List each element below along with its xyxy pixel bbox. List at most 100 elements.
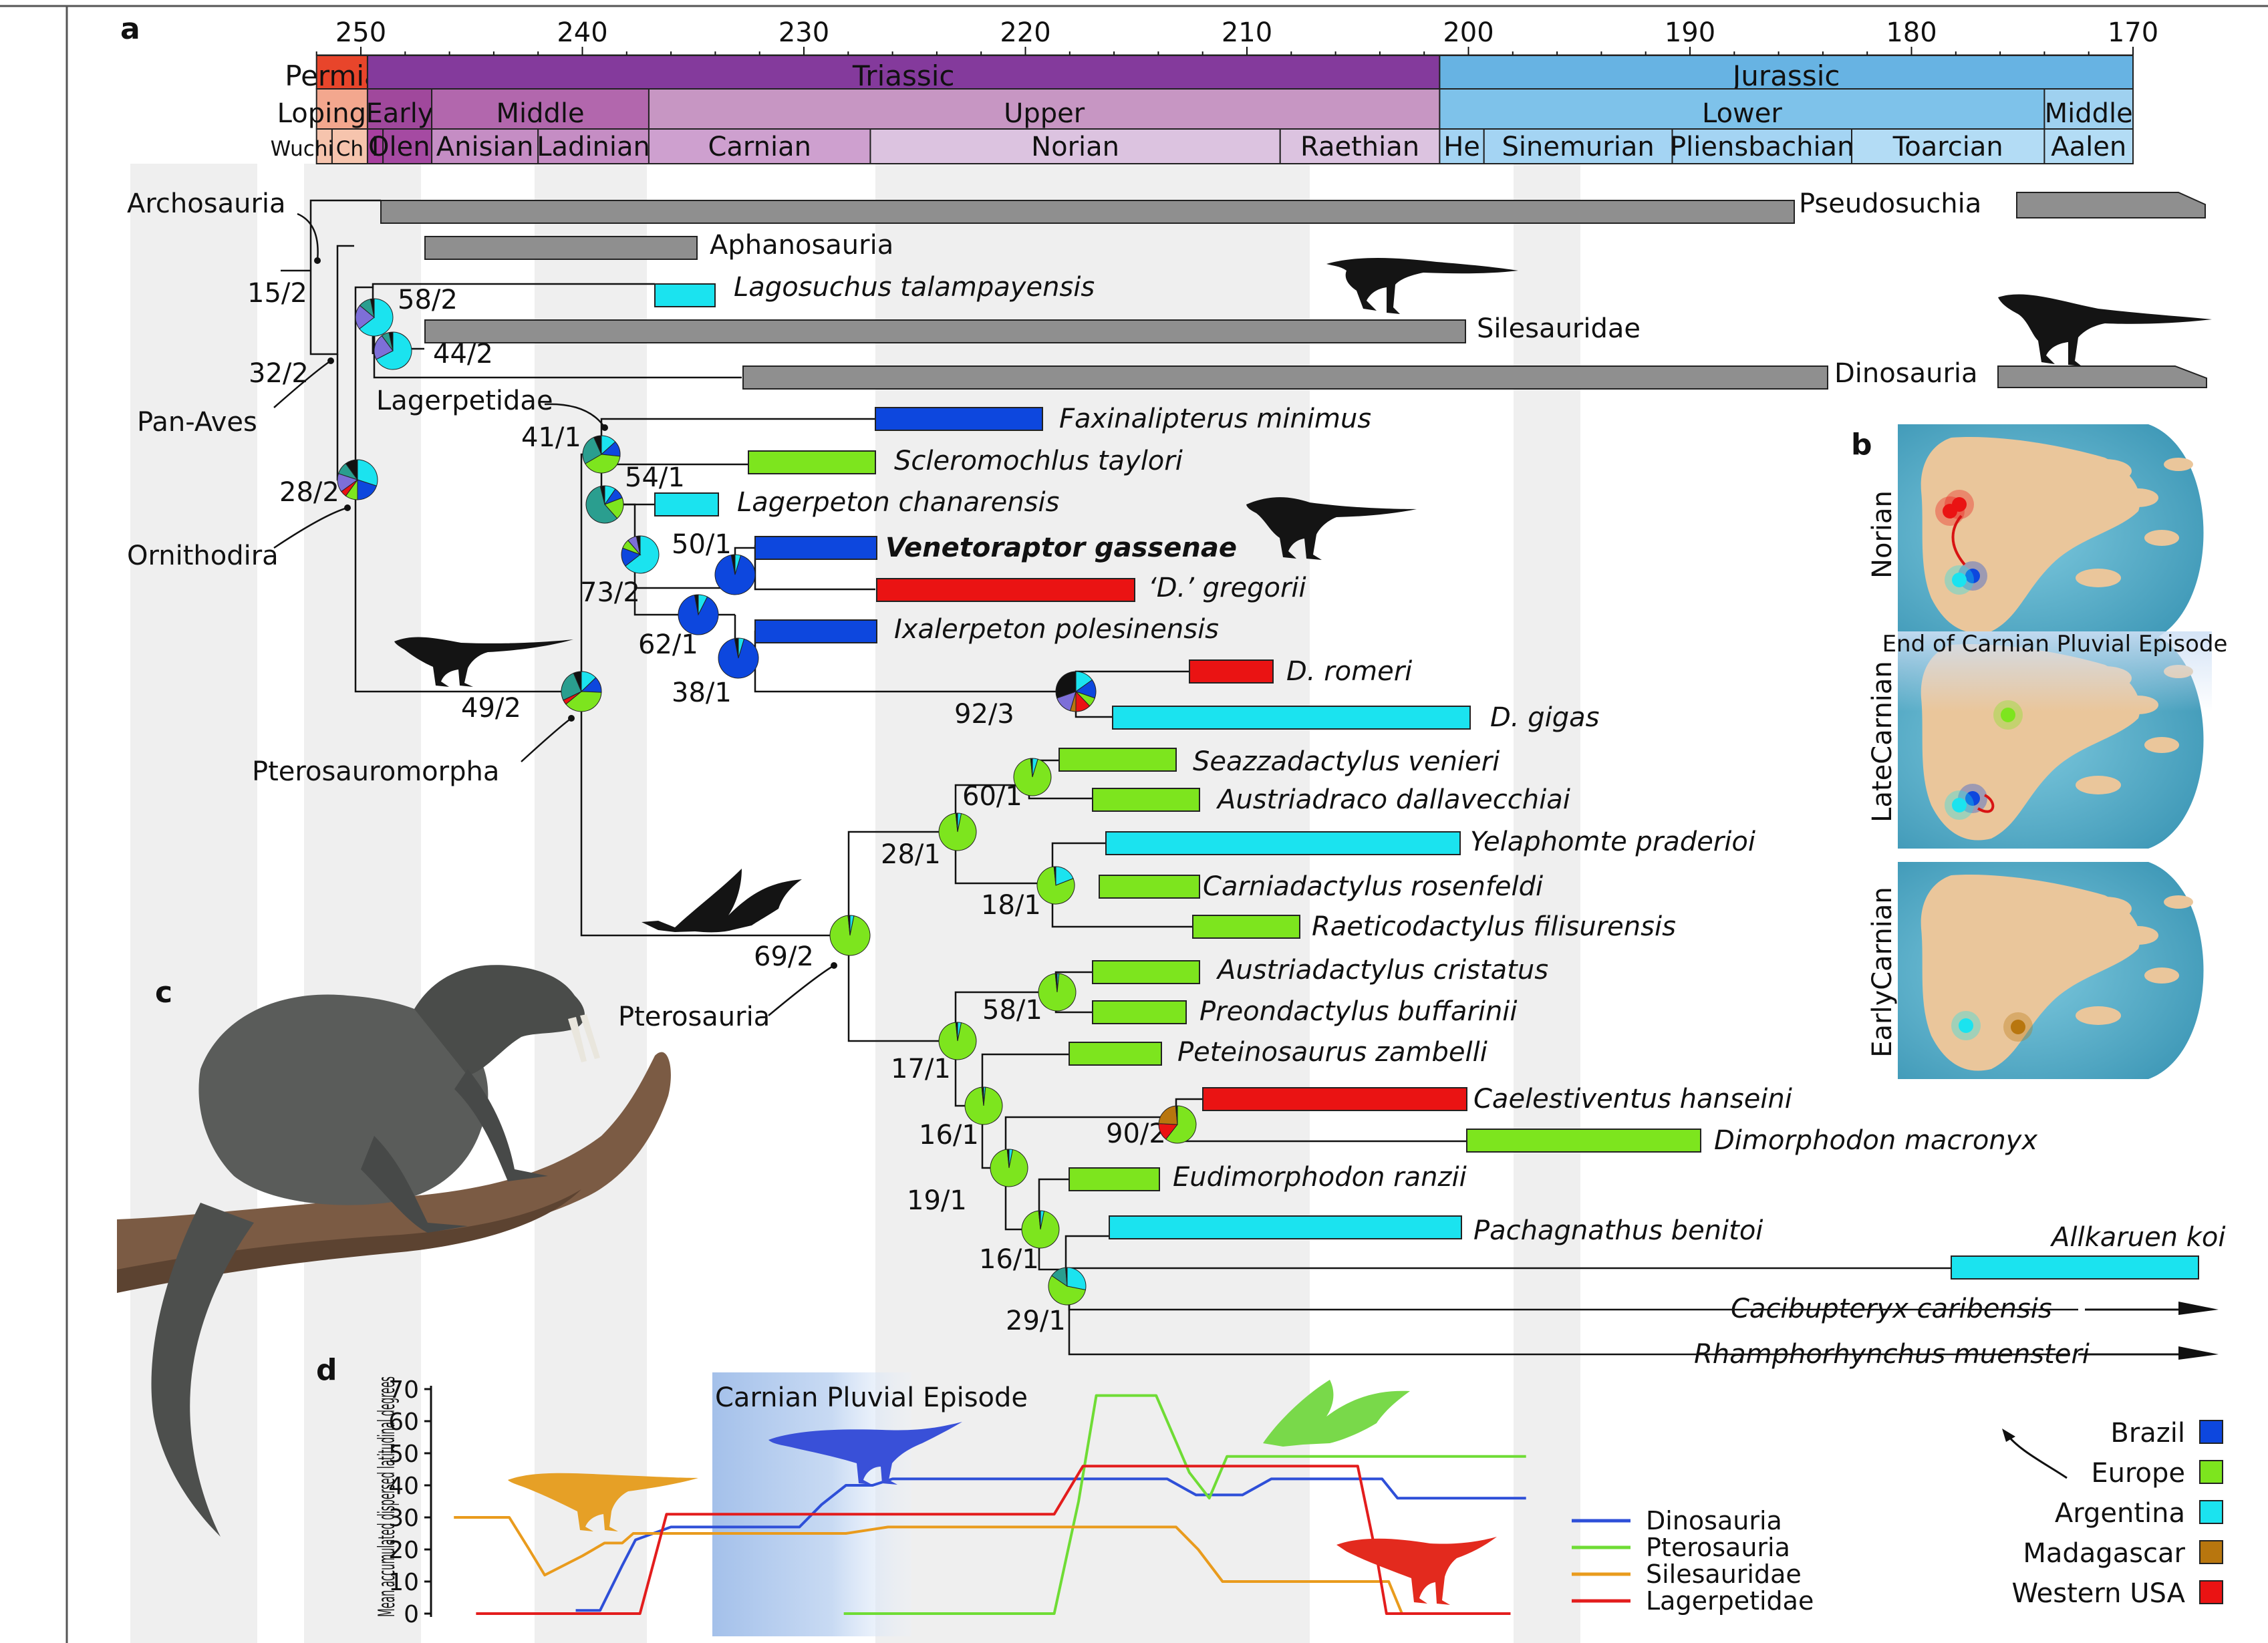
range-arrowhead — [2178, 1302, 2219, 1315]
node-pie-10 — [1055, 671, 1097, 712]
node-pie-5 — [621, 535, 660, 574]
panel-label-d: d — [316, 1353, 337, 1387]
node-pie-19 — [990, 1149, 1028, 1187]
legend-label: Europe — [2091, 1458, 2185, 1489]
node-pie-3 — [582, 435, 621, 474]
panel-label-c: c — [155, 976, 172, 1010]
node-label: 28/2 — [279, 477, 339, 508]
paleomap-0: Norian — [1867, 424, 2204, 641]
epoch-label: Upper — [1004, 98, 1085, 129]
legend-swatch — [2199, 1460, 2223, 1484]
legend-label: Brazil — [2110, 1418, 2185, 1449]
range-bar — [380, 200, 1795, 224]
map-row-label: EarlyCarnian — [1867, 887, 1898, 1058]
cpe-end-label: End of Carnian Pluvial Episode — [1882, 631, 2228, 657]
y-axis-label: Mean accumulated dispersed latitudinal d… — [374, 1376, 400, 1617]
clade-arrowhead — [344, 504, 351, 511]
node-pie-2 — [337, 459, 378, 500]
taxon-label: Allkaruen koi — [2049, 1222, 2226, 1253]
node-label: 18/1 — [981, 890, 1041, 921]
dinosauria-extension — [1997, 365, 2207, 388]
tick-label-170: 170 — [2108, 17, 2158, 48]
legend-swatch — [2199, 1500, 2223, 1524]
stage-label: Aalen — [2051, 132, 2126, 162]
node-label: 17/1 — [891, 1054, 951, 1084]
tick-label-210: 210 — [1222, 17, 1272, 48]
node-pie-17 — [964, 1086, 1003, 1125]
clade-label: Archosauria — [127, 188, 286, 219]
stage-label: Sinemurian — [1502, 132, 1654, 162]
pterosaur-silhouette — [642, 869, 802, 933]
paleomaps: b Norian LateCarnian EarlyCarnian End of Car… — [1851, 424, 2227, 1079]
clade-arrow — [768, 964, 835, 1016]
period-label: Triassic — [852, 59, 955, 92]
node-label: 32/2 — [249, 358, 309, 389]
range-bar — [742, 365, 1828, 390]
locality-dot — [1959, 1018, 1973, 1033]
series-legend-label: Lagerpetidae — [1646, 1586, 1814, 1616]
node-label: 38/1 — [672, 678, 732, 708]
taxon-label: Ixalerpeton polesinensis — [894, 614, 1219, 645]
clade-arrowhead — [831, 962, 837, 969]
locality-dot — [2011, 1020, 2025, 1034]
tick-label-250: 250 — [335, 17, 386, 48]
panel-label-b: b — [1851, 428, 1872, 462]
landmass — [2078, 459, 2132, 483]
legend-pointer-arrowhead — [2002, 1429, 2015, 1442]
taxon-label: Austriadraco dallavecchiai — [1216, 784, 1570, 815]
node-label: 50/1 — [672, 529, 732, 560]
tick-label-220: 220 — [1000, 17, 1050, 48]
legend-pointer-arrow — [2005, 1433, 2068, 1479]
taxon-label: Eudimorphodon ranzii — [1173, 1162, 1467, 1193]
range-bar — [1202, 1087, 1467, 1111]
taxon-label: Rhamphorhynchus muensteri — [1694, 1339, 2090, 1370]
panel-label-a: a — [120, 12, 140, 46]
taxon-label: Aphanosauria — [710, 230, 893, 261]
epoch-label: Middle — [496, 98, 584, 129]
node-pie-1 — [374, 331, 412, 370]
node-pie-20 — [1021, 1210, 1060, 1249]
clade-arrowhead — [601, 424, 608, 431]
node-label: 90/2 — [1106, 1118, 1166, 1149]
node-label: 73/2 — [580, 577, 640, 608]
taxon-label: D. gigas — [1490, 702, 1599, 733]
range-bar — [754, 536, 877, 560]
node-pie-6 — [714, 554, 756, 595]
taxon-label: D. romeri — [1286, 656, 1412, 687]
taxon-label: Seazzadactylus venieri — [1193, 746, 1500, 777]
tick-label-240: 240 — [557, 17, 607, 48]
legend-label: Argentina — [2055, 1498, 2185, 1529]
node-label: 16/1 — [919, 1120, 979, 1151]
epoch-label: Early — [366, 98, 434, 129]
range-bar — [1092, 788, 1200, 812]
taxon-label: Pseudosuchia — [1799, 188, 1981, 219]
node-label: 15/2 — [247, 278, 307, 309]
stage-label: Toarcian — [1892, 132, 2003, 162]
range-bar — [1189, 659, 1274, 684]
node-label: 19/1 — [907, 1185, 967, 1216]
node-label: 44/2 — [433, 339, 493, 369]
locality-dot — [2001, 708, 2015, 722]
range-bar — [748, 450, 876, 474]
locality-dot — [1943, 504, 1957, 518]
stage-label: Raethian — [1300, 132, 1419, 162]
landmass — [2118, 926, 2158, 945]
figure: a 250 240 230 220 210 200 190 180 170Permian Trias… — [0, 5, 2268, 1643]
geologic-timescale: a 250 240 230 220 210 200 190 180 170Permian Trias… — [120, 12, 2158, 164]
stage-label: Norian — [1031, 132, 1119, 162]
node-pie-18 — [1158, 1105, 1197, 1144]
range-bar — [1192, 915, 1300, 939]
clade-label: Pterosauromorpha — [252, 756, 499, 787]
node-label: 41/1 — [521, 422, 581, 453]
map-row-label: Norian — [1867, 490, 1898, 579]
node-pie-13 — [1036, 866, 1075, 905]
clade-label: Ornithodira — [127, 541, 279, 571]
node-label: 62/1 — [638, 629, 698, 660]
epoch-label: Middle — [2045, 98, 2133, 129]
range-bar — [1069, 1167, 1160, 1191]
range-bar — [1092, 960, 1200, 984]
range-bar — [875, 407, 1043, 431]
range-bar — [754, 619, 877, 643]
node-label: 58/2 — [398, 285, 458, 315]
range-bar — [424, 236, 698, 260]
